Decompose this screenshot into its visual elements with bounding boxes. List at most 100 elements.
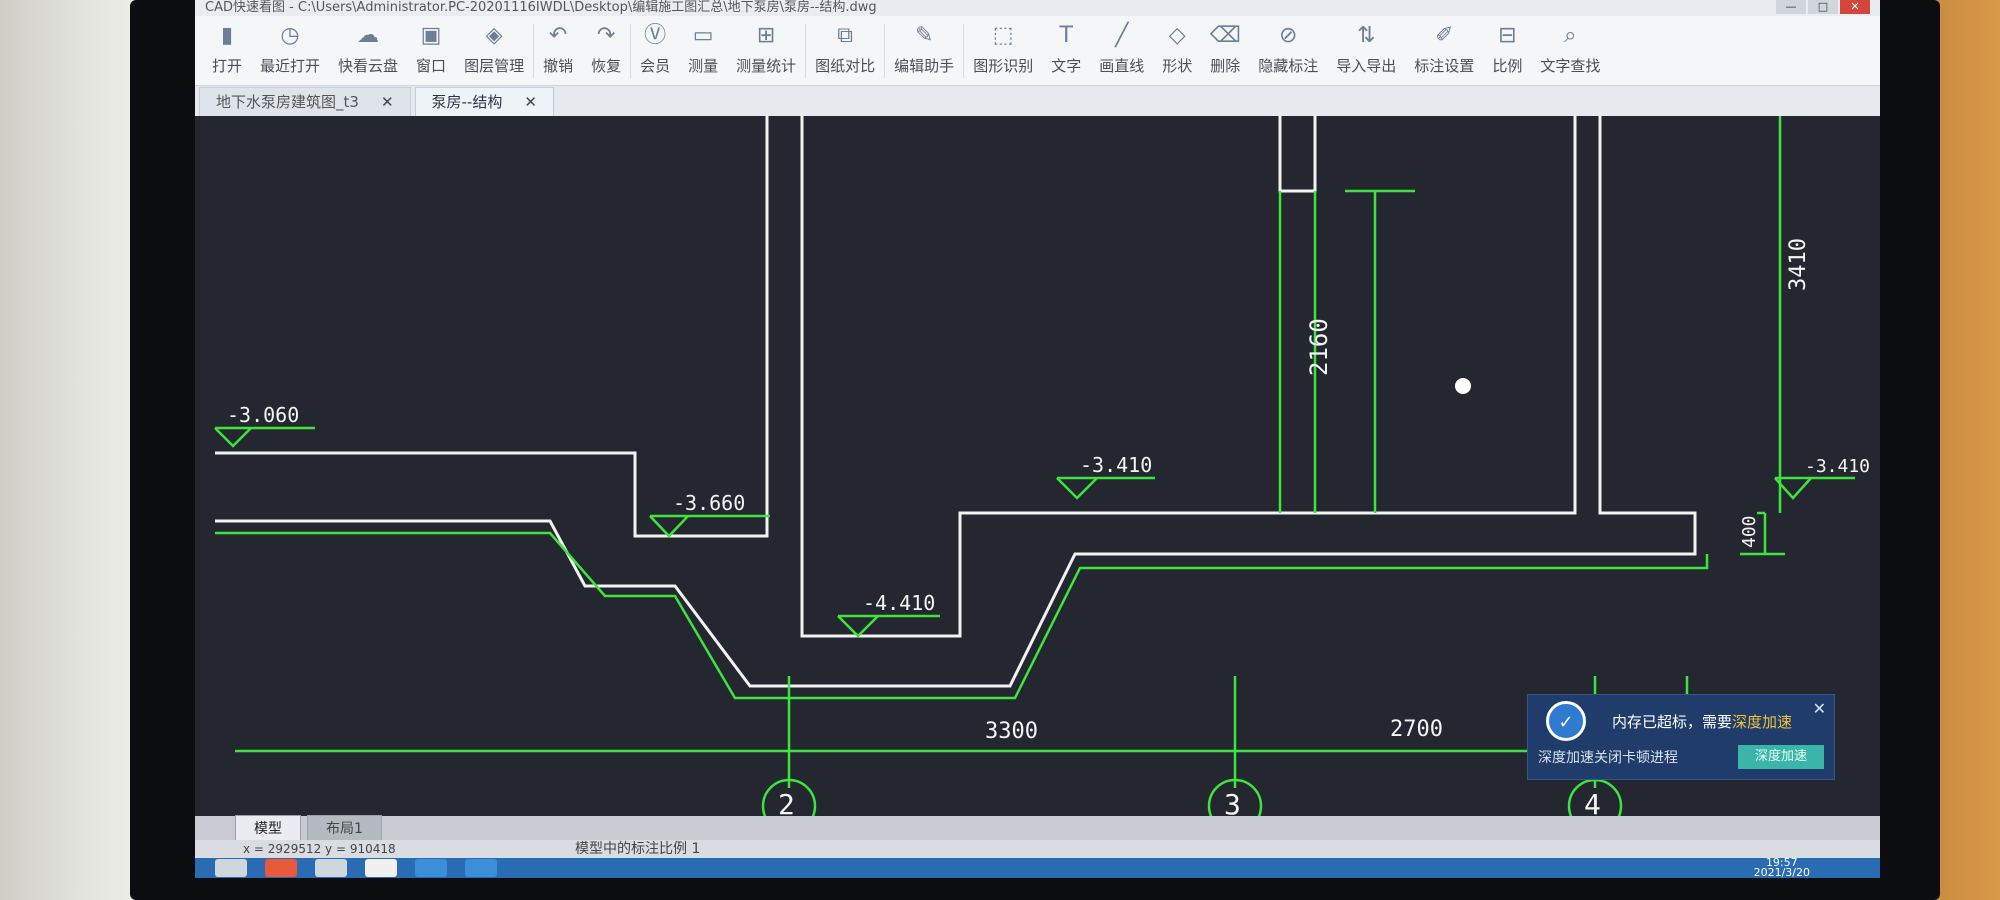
annotation-scale: 模型中的标注比例 1	[575, 841, 701, 857]
toolbar-label: 图层管理	[464, 57, 525, 75]
hide-annotation-icon: ⊘	[1279, 23, 1298, 48]
elevation-label: -3.660	[673, 491, 745, 515]
toolbar-button-undo[interactable]: ↶ 撤销	[534, 16, 582, 86]
toolbar-label: 撤销	[543, 57, 574, 75]
deep-accelerate-button[interactable]: 深度加速	[1738, 745, 1824, 769]
grid-label-2: 2	[778, 788, 795, 816]
windows-taskbar: 19:57 2021/3/20	[195, 857, 1880, 878]
elev-line	[649, 515, 689, 538]
toolbar-label: 图形识别	[973, 57, 1034, 75]
drawing-canvas[interactable]: 3410 2160 400 3300 2700 650 -3.060 -3.66…	[195, 116, 1880, 834]
toolbar-label: 文字	[1051, 57, 1082, 75]
toolbar-button-compare[interactable]: ⧉ 图纸对比	[806, 16, 884, 86]
toolbar-label: 导入导出	[1336, 57, 1397, 75]
toolbar-button-layers[interactable]: ◈ 图层管理	[455, 16, 533, 86]
toolbar-button-window[interactable]: ▣ 窗口	[407, 16, 455, 86]
explorer-icon[interactable]	[365, 859, 397, 877]
dim-3410: 3410	[1786, 238, 1811, 291]
toolbar-button-ruler[interactable]: ▭ 测量	[679, 16, 727, 86]
toolbar-button-text[interactable]: T 文字	[1042, 16, 1090, 86]
shield-icon: ✓	[1546, 701, 1586, 741]
ruler-icon: ▭	[692, 23, 714, 48]
toolbar-label: 窗口	[416, 57, 447, 75]
cursor-coordinates: x = 2929512 y = 910418	[243, 842, 396, 856]
tab-model[interactable]: 模型	[235, 815, 301, 841]
slab-outline	[215, 116, 1697, 688]
elev-line	[837, 615, 879, 638]
undo-icon: ↶	[548, 23, 568, 48]
window-controls: — □ ✕	[1776, 0, 1870, 14]
column-stub	[1278, 116, 1317, 193]
eraser-icon: ⌫	[1209, 23, 1241, 48]
toolbar-button-vip[interactable]: Ⓥ 会员	[631, 16, 679, 86]
toolbar-button-annotation-settings[interactable]: ✐ 标注设置	[1405, 16, 1483, 86]
tab-pump-structure[interactable]: 泵房--结构 ✕	[414, 87, 554, 116]
wall-left-section	[215, 116, 769, 538]
close-tab-icon[interactable]: ✕	[381, 88, 394, 116]
maximize-button[interactable]: □	[1808, 0, 1838, 14]
toolbar-button-import-export[interactable]: ⇅ 导入导出	[1327, 16, 1405, 86]
toolbar-label: 形状	[1162, 57, 1193, 75]
toolbar-label: 会员	[640, 57, 671, 75]
toolbar-button-clock[interactable]: ◷ 最近打开	[251, 16, 329, 86]
minimize-button[interactable]: —	[1776, 0, 1806, 14]
close-tab-icon[interactable]: ✕	[524, 88, 537, 116]
app-icon[interactable]	[465, 859, 497, 877]
vip-icon: Ⓥ	[644, 23, 667, 48]
toolbar-label: 删除	[1210, 57, 1241, 75]
dim-400: 400	[1739, 515, 1760, 548]
import-export-icon: ⇅	[1357, 23, 1376, 48]
app-icon[interactable]	[315, 859, 347, 877]
window-titlebar: CAD快速看图 - C:\Users\Administrator.PC-2020…	[195, 0, 1880, 16]
toolbar-button-text-search[interactable]: ⌕ 文字查找	[1531, 16, 1609, 86]
toolbar-button-measure-stats[interactable]: ⊞ 测量统计	[727, 16, 805, 86]
folder-icon: ▮	[220, 23, 234, 48]
toolbar-label: 最近打开	[260, 57, 321, 75]
structure-lines	[215, 116, 1697, 688]
main-toolbar: ▮ 打开 ◷ 最近打开 ☁ 快看云盘 ▣ 窗口 ◈ 图层管理 ↶ 撤销 ↷ 恢复 Ⓥ 会员 ▭ 测量 ⊞ 测量统计 ⧉ 图…	[195, 16, 1880, 86]
toolbar-button-cloud[interactable]: ☁ 快看云盘	[329, 16, 407, 86]
toolbar-button-shape[interactable]: ◇ 形状	[1153, 16, 1201, 86]
toolbar-button-edit-assistant[interactable]: ✎ 编辑助手	[885, 16, 963, 86]
tab-building-drawing[interactable]: 地下水泵房建筑图_t3 ✕	[199, 87, 411, 116]
layers-icon: ◈	[485, 23, 503, 48]
tab-layout1[interactable]: 布局1	[307, 815, 382, 841]
edit-assistant-icon: ✎	[914, 23, 934, 48]
toolbar-button-folder[interactable]: ▮ 打开	[203, 16, 251, 86]
memory-warning-popup: ✓ 内存已超标，需要深度加速 ✕ 深度加速关闭卡顿进程 深度加速	[1527, 694, 1835, 780]
toolbar-label: 文字查找	[1540, 57, 1601, 75]
toolbar-button-redo[interactable]: ↷ 恢复	[582, 16, 630, 86]
annotation-settings-icon: ✐	[1435, 23, 1454, 48]
elev-triangle	[214, 427, 252, 448]
window-icon: ▣	[420, 23, 442, 48]
text-icon: T	[1059, 23, 1073, 48]
close-button[interactable]: ✕	[1840, 0, 1870, 14]
scale-icon: ⊟	[1498, 23, 1517, 48]
toolbar-button-scale[interactable]: ⊟ 比例	[1483, 16, 1531, 86]
app-icon[interactable]	[415, 859, 447, 877]
toolbar-label: 编辑助手	[894, 57, 955, 75]
shape-icon: ◇	[1168, 23, 1186, 48]
system-clock[interactable]: 19:57 2021/3/20	[1754, 857, 1810, 878]
toolbar-label: 打开	[212, 57, 243, 75]
toolbar-button-eraser[interactable]: ⌫ 删除	[1201, 16, 1249, 86]
elevation-label: -3.410	[1080, 453, 1152, 477]
toolbar-button-hide-annotation[interactable]: ⊘ 隐藏标注	[1249, 16, 1327, 86]
popup-subtext: 深度加速关闭卡顿进程	[1538, 750, 1678, 766]
toolbar-label: 测量统计	[736, 57, 797, 75]
pit-wall	[800, 116, 1577, 638]
toolbar-button-line[interactable]: ╱ 画直线	[1090, 16, 1153, 86]
compare-icon: ⧉	[837, 23, 854, 48]
netease-music-icon[interactable]	[265, 859, 297, 877]
toolbar-label: 标注设置	[1414, 57, 1475, 75]
text-search-icon: ⌕	[1564, 23, 1577, 48]
start-button-icon[interactable]	[215, 859, 247, 877]
document-tabs: 地下水泵房建筑图_t3 ✕ 泵房--结构 ✕	[195, 86, 1880, 117]
redo-icon: ↷	[596, 23, 616, 48]
popup-close-icon[interactable]: ✕	[1813, 699, 1826, 718]
measure-stats-icon: ⊞	[756, 23, 776, 48]
toolbar-label: 快看云盘	[338, 57, 399, 75]
clock-icon: ◷	[280, 23, 300, 48]
elevation-label: -4.410	[863, 591, 935, 615]
toolbar-button-shape-recognition[interactable]: ⬚ 图形识别	[964, 16, 1042, 86]
